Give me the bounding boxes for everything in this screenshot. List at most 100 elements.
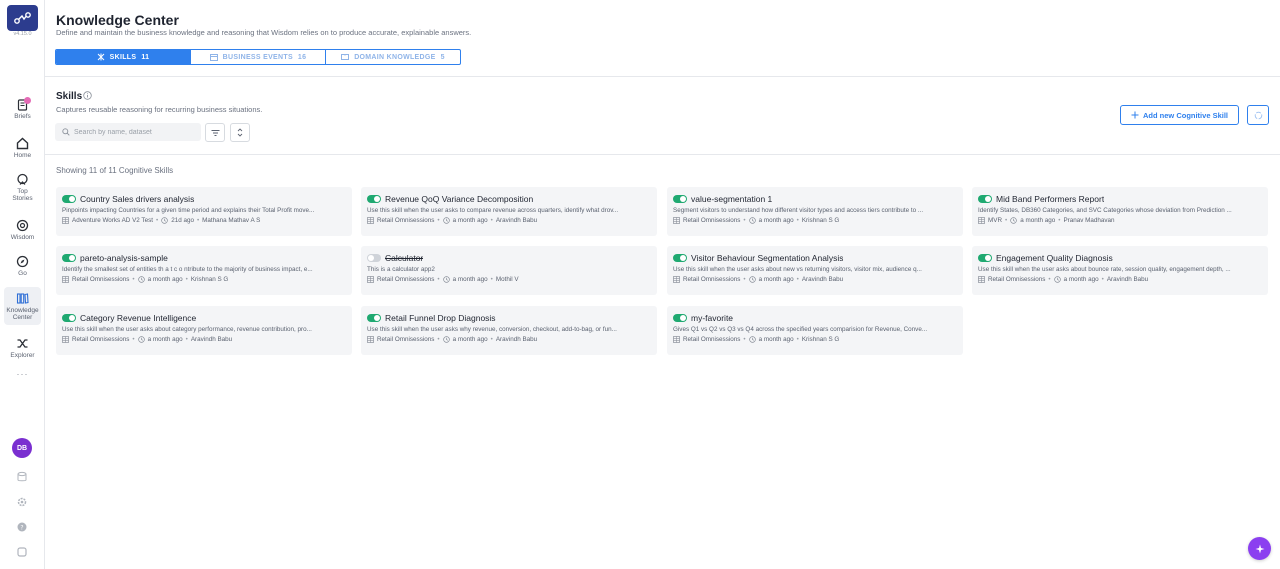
card-meta: Retail Omnisessions • a month ago • Aravindh…	[367, 217, 651, 224]
settings-icon[interactable]	[16, 496, 28, 508]
meta-separator: •	[437, 276, 440, 283]
plus-icon	[1131, 111, 1139, 119]
skill-card[interactable]: Category Revenue Intelligence Use this sk…	[56, 306, 352, 355]
filter-button[interactable]	[205, 123, 225, 142]
enable-toggle[interactable]	[62, 195, 76, 203]
nav-explorer[interactable]: Explorer	[0, 337, 45, 359]
knowledge-center-icon	[16, 293, 29, 304]
tab-domain-knowledge[interactable]: DOMAIN KNOWLEDGE 5	[326, 50, 460, 64]
header-divider	[45, 76, 1280, 77]
top-stories-icon	[17, 173, 28, 185]
enable-toggle[interactable]	[367, 254, 381, 262]
skill-card[interactable]: value-segmentation 1 Segment visitors to …	[667, 187, 963, 236]
card-meta: MVR • a month ago • Pranav Madhavan	[978, 217, 1262, 224]
dataset-icon	[673, 217, 680, 224]
nav-home[interactable]: Home	[0, 137, 45, 159]
nav-knowledge-center[interactable]: Knowledge Center	[4, 287, 41, 325]
tab-business-events[interactable]: BUSINESS EVENTS 16	[191, 50, 326, 64]
tab-label: DOMAIN KNOWLEDGE	[354, 53, 436, 61]
skill-card[interactable]: Country Sales drivers analysis Pinpoints …	[56, 187, 352, 236]
enable-toggle[interactable]	[62, 314, 76, 322]
card-description: Identify the smallest set of entities th…	[62, 266, 313, 273]
enable-toggle[interactable]	[673, 254, 687, 262]
more-icon[interactable]: ···	[0, 369, 45, 379]
avatar[interactable]: DB	[12, 438, 32, 458]
card-dataset: Adventure Works AD V2 Test	[72, 217, 153, 224]
card-author: Aravindh Babu	[1106, 276, 1149, 283]
clock-icon	[748, 276, 756, 283]
filter-icon	[211, 129, 219, 136]
nav-top-stories[interactable]: Top Stories	[0, 173, 45, 203]
enable-toggle[interactable]	[367, 314, 381, 322]
meta-separator: •	[1058, 217, 1061, 224]
skill-card[interactable]: Retail Funnel Drop Diagnosis Use this ski…	[361, 306, 657, 355]
meta-separator: •	[743, 336, 746, 343]
card-header: value-segmentation 1	[673, 194, 957, 204]
skill-card[interactable]: my-favorite Gives Q1 vs Q2 vs Q3 vs Q4 ac…	[667, 306, 963, 355]
nav-go[interactable]: Go	[0, 255, 45, 277]
nav-label: Home	[13, 152, 32, 159]
nav-wisdom[interactable]: Wisdom	[0, 219, 45, 241]
tab-count: 16	[297, 53, 307, 61]
skill-card[interactable]: Revenue QoQ Variance Decomposition Use th…	[361, 187, 657, 236]
database-icon[interactable]	[16, 471, 28, 483]
sort-button[interactable]	[230, 123, 250, 142]
nav-label: Knowledge	[6, 307, 39, 314]
card-time: a month ago	[147, 276, 183, 283]
enable-toggle[interactable]	[673, 195, 687, 203]
card-header: Visitor Behaviour Segmentation Analysis	[673, 253, 957, 263]
clock-icon	[442, 276, 450, 283]
enable-toggle[interactable]	[978, 195, 992, 203]
tab-count: 5	[440, 53, 445, 61]
help-icon[interactable]: ?	[16, 521, 28, 533]
skill-card[interactable]: Calculator This is a calculator app2 Retai…	[361, 246, 657, 295]
results-count: Showing 11 of 11 Cognitive Skills	[56, 166, 174, 175]
enable-toggle[interactable]	[978, 254, 992, 262]
card-description: Identify States, DB360 Categories, and S…	[978, 207, 1232, 214]
card-meta: Retail Omnisessions • a month ago • Aravindh…	[62, 336, 346, 343]
card-description: Gives Q1 vs Q2 vs Q3 vs Q4 across the sp…	[673, 326, 928, 333]
enable-toggle[interactable]	[673, 314, 687, 322]
card-title: Calculator	[385, 253, 424, 263]
add-cognitive-skill-button[interactable]: Add new Cognitive Skill	[1120, 105, 1239, 125]
search-input[interactable]	[74, 128, 194, 136]
skill-card[interactable]: pareto-analysis-sample Identify the small…	[56, 246, 352, 295]
card-dataset: Retail Omnisessions	[683, 217, 741, 224]
assistant-fab[interactable]	[1248, 537, 1271, 560]
meta-separator: •	[1005, 217, 1008, 224]
card-dataset: Retail Omnisessions	[988, 276, 1046, 283]
app-logo[interactable]	[7, 5, 38, 31]
explorer-icon	[17, 339, 28, 348]
home-icon	[16, 137, 29, 150]
clock-icon	[1053, 276, 1061, 283]
card-time: 21d ago	[171, 217, 194, 224]
meta-separator: •	[185, 276, 188, 283]
card-description: Use this skill when the user asks why re…	[367, 326, 617, 333]
meta-separator: •	[185, 336, 188, 343]
enable-toggle[interactable]	[367, 195, 381, 203]
nav-briefs[interactable]: Briefs	[0, 97, 45, 120]
svg-text:?: ?	[20, 524, 23, 531]
tab-label: SKILLS	[109, 53, 137, 61]
enable-toggle[interactable]	[62, 254, 76, 262]
sparkle-icon	[1255, 544, 1264, 553]
search-box[interactable]	[55, 123, 201, 141]
refresh-button[interactable]	[1247, 105, 1269, 125]
skill-card[interactable]: Engagement Quality Diagnosis Use this ski…	[972, 246, 1268, 295]
meta-separator: •	[196, 217, 200, 224]
skill-card[interactable]: Visitor Behaviour Segmentation Analysis U…	[667, 246, 963, 295]
collapse-icon[interactable]	[16, 546, 28, 558]
sort-icon	[237, 128, 243, 137]
search-icon	[62, 128, 70, 136]
meta-separator: •	[490, 276, 493, 283]
card-header: Calculator	[367, 253, 651, 263]
tab-skills[interactable]: SKILLS 11	[56, 50, 191, 64]
skill-card[interactable]: Mid Band Performers Report Identify State…	[972, 187, 1268, 236]
logo-icon	[13, 12, 31, 24]
page-subtitle: Define and maintain the business knowled…	[56, 28, 472, 37]
card-time: a month ago	[1063, 276, 1099, 283]
meta-separator: •	[490, 336, 493, 343]
clock-icon	[161, 217, 168, 224]
page-title: Knowledge Center	[56, 12, 179, 28]
info-icon[interactable]	[83, 91, 92, 100]
